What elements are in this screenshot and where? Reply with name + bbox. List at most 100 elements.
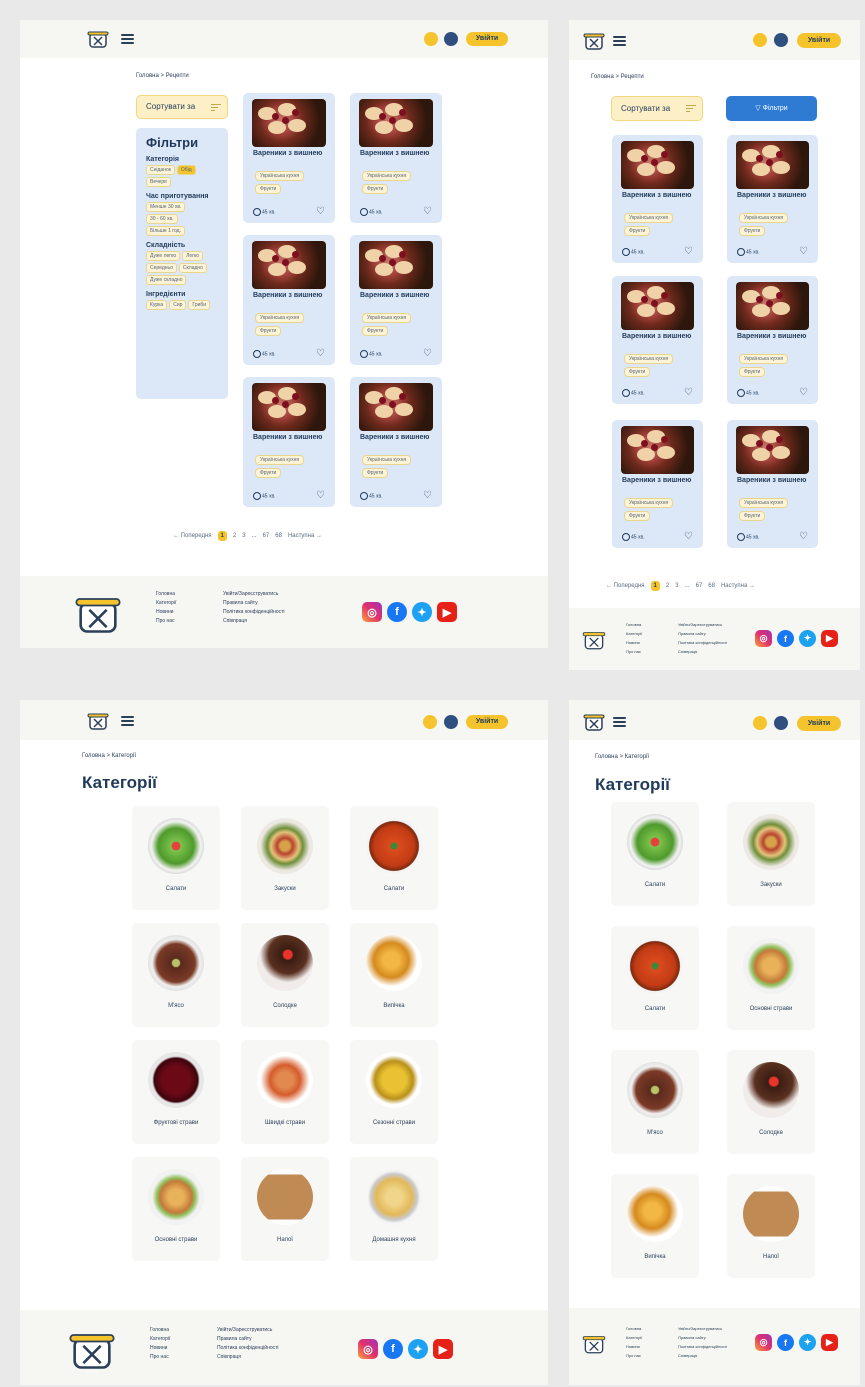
- category-card[interactable]: Фруктові страви: [132, 1040, 220, 1144]
- recipe-title[interactable]: Вареники з вишнею: [253, 434, 325, 441]
- twitter-icon[interactable]: ✦: [799, 1334, 816, 1351]
- footer-link[interactable]: Співпраця: [223, 617, 285, 626]
- menu-icon[interactable]: [613, 36, 626, 46]
- footer-link[interactable]: Про нас: [626, 1351, 642, 1360]
- footer-link[interactable]: Співпраця: [678, 1351, 727, 1360]
- footer-link[interactable]: Категорії: [150, 1335, 170, 1344]
- heart-icon[interactable]: ♡: [423, 349, 432, 359]
- recipe-card[interactable]: Вареники з вишнею Українська кухня Фрукти 4…: [727, 276, 818, 404]
- youtube-icon[interactable]: ▶: [821, 1334, 838, 1351]
- filter-chip[interactable]: Дуже легко: [146, 251, 181, 261]
- recipe-title[interactable]: Вареники з вишнею: [360, 292, 432, 299]
- recipe-tag[interactable]: Українська кухня: [255, 171, 305, 181]
- page-current[interactable]: 1: [217, 531, 227, 541]
- login-button[interactable]: Увійти: [466, 32, 508, 46]
- heart-icon[interactable]: ♡: [316, 491, 325, 501]
- next-page-link[interactable]: Наступна →: [721, 583, 755, 589]
- footer-link[interactable]: Правила сайту: [678, 1333, 727, 1342]
- youtube-icon[interactable]: ▶: [433, 1339, 453, 1359]
- recipe-card[interactable]: Вареники з вишнею Українська кухня Фрукти 4…: [350, 93, 442, 223]
- recipe-tag[interactable]: Українська кухня: [255, 313, 305, 323]
- instagram-icon[interactable]: ◎: [362, 602, 382, 622]
- heart-icon[interactable]: ♡: [684, 532, 693, 542]
- footer-link[interactable]: Головна: [626, 1324, 642, 1333]
- page-link[interactable]: 68: [708, 583, 715, 589]
- footer-link[interactable]: Увійти/Зареєструватись: [217, 1326, 279, 1335]
- next-page-link[interactable]: Наступна →: [288, 533, 322, 539]
- heart-icon[interactable]: ♡: [799, 388, 808, 398]
- category-card[interactable]: Напої: [241, 1157, 329, 1261]
- footer-link[interactable]: Про нас: [150, 1353, 170, 1362]
- footer-link[interactable]: Категорії: [626, 629, 642, 638]
- recipe-title[interactable]: Вареники з вишнею: [737, 333, 808, 340]
- twitter-icon[interactable]: ✦: [412, 602, 432, 622]
- footer-link[interactable]: Правила сайту: [678, 629, 727, 638]
- twitter-icon[interactable]: ✦: [408, 1339, 428, 1359]
- recipe-card[interactable]: Вареники з вишнею Українська кухня Фрукти 4…: [243, 93, 335, 223]
- footer-link[interactable]: Політика конфіденційності: [678, 1342, 727, 1351]
- footer-logo-icon[interactable]: [72, 586, 124, 638]
- category-card[interactable]: М'ясо: [611, 1050, 699, 1154]
- menu-icon[interactable]: [613, 717, 626, 727]
- breadcrumb[interactable]: Головна > Рецепти: [136, 73, 189, 79]
- footer-link[interactable]: Головна: [156, 590, 176, 599]
- youtube-icon[interactable]: ▶: [821, 630, 838, 647]
- category-card[interactable]: Салати: [350, 806, 438, 910]
- category-card[interactable]: Швидкі страви: [241, 1040, 329, 1144]
- breadcrumb[interactable]: Головна > Категорії: [595, 754, 649, 760]
- page-current[interactable]: 1: [650, 581, 660, 591]
- prev-page-link[interactable]: ← Попередня: [606, 583, 645, 589]
- recipe-tag[interactable]: Фрукти: [624, 226, 651, 236]
- category-card[interactable]: Салати: [611, 802, 699, 906]
- page-link[interactable]: 3: [675, 583, 678, 589]
- recipe-title[interactable]: Вареники з вишнею: [737, 192, 808, 199]
- footer-link[interactable]: Новини: [150, 1344, 170, 1353]
- recipe-tag[interactable]: Фрукти: [624, 367, 651, 377]
- footer-link[interactable]: Співпраця: [217, 1353, 279, 1362]
- login-button[interactable]: Увійти: [466, 715, 508, 729]
- filter-chip[interactable]: Вечеря: [146, 177, 171, 187]
- prev-page-link[interactable]: ← Попередня: [173, 533, 212, 539]
- recipe-tag[interactable]: Фрукти: [362, 468, 389, 478]
- filter-chip[interactable]: Сніданок: [146, 165, 175, 175]
- page-link[interactable]: 67: [263, 533, 270, 539]
- recipe-title[interactable]: Вареники з вишнею: [622, 192, 693, 199]
- category-card[interactable]: Салати: [611, 926, 699, 1030]
- filter-chip[interactable]: Більше 1 год.: [146, 226, 185, 236]
- search-icon[interactable]: [423, 715, 437, 729]
- recipe-card[interactable]: Вареники з вишнею Українська кухня Фрукти 4…: [727, 420, 818, 548]
- category-card[interactable]: Солодке: [241, 923, 329, 1027]
- recipe-tag[interactable]: Українська кухня: [739, 498, 789, 508]
- logo-pot-icon[interactable]: [582, 709, 606, 733]
- facebook-icon[interactable]: f: [383, 1339, 403, 1359]
- twitter-icon[interactable]: ✦: [799, 630, 816, 647]
- filter-chip[interactable]: Гриби: [188, 300, 211, 310]
- facebook-icon[interactable]: f: [777, 1334, 794, 1351]
- footer-link[interactable]: Співпраця: [678, 647, 727, 656]
- footer-logo-icon[interactable]: [581, 626, 607, 652]
- category-card[interactable]: Основні страви: [132, 1157, 220, 1261]
- heart-icon[interactable]: ♡: [684, 388, 693, 398]
- recipe-card[interactable]: Вареники з вишнею Українська кухня Фрукти 4…: [612, 135, 703, 263]
- footer-link[interactable]: Головна: [626, 620, 642, 629]
- filter-chip[interactable]: Легко: [182, 251, 204, 261]
- logo-pot-icon[interactable]: [86, 708, 110, 732]
- page-link[interactable]: ...: [252, 533, 257, 539]
- globe-icon[interactable]: [774, 716, 788, 730]
- page-link[interactable]: 2: [233, 533, 236, 539]
- logo-pot-icon[interactable]: [582, 28, 606, 52]
- menu-icon[interactable]: [121, 34, 134, 44]
- recipe-tag[interactable]: Фрукти: [255, 326, 282, 336]
- globe-icon[interactable]: [444, 715, 458, 729]
- category-card[interactable]: Закуски: [241, 806, 329, 910]
- recipe-tag[interactable]: Українська кухня: [255, 455, 305, 465]
- category-card[interactable]: Випічка: [611, 1174, 699, 1278]
- page-link[interactable]: 68: [275, 533, 282, 539]
- page-link[interactable]: 2: [666, 583, 669, 589]
- recipe-tag[interactable]: Фрукти: [255, 468, 282, 478]
- recipe-card[interactable]: Вареники з вишнею Українська кухня Фрукти 4…: [612, 276, 703, 404]
- recipe-tag[interactable]: Українська кухня: [624, 213, 674, 223]
- category-card[interactable]: Основні страви: [727, 926, 815, 1030]
- page-link[interactable]: 3: [242, 533, 245, 539]
- search-icon[interactable]: [753, 33, 767, 47]
